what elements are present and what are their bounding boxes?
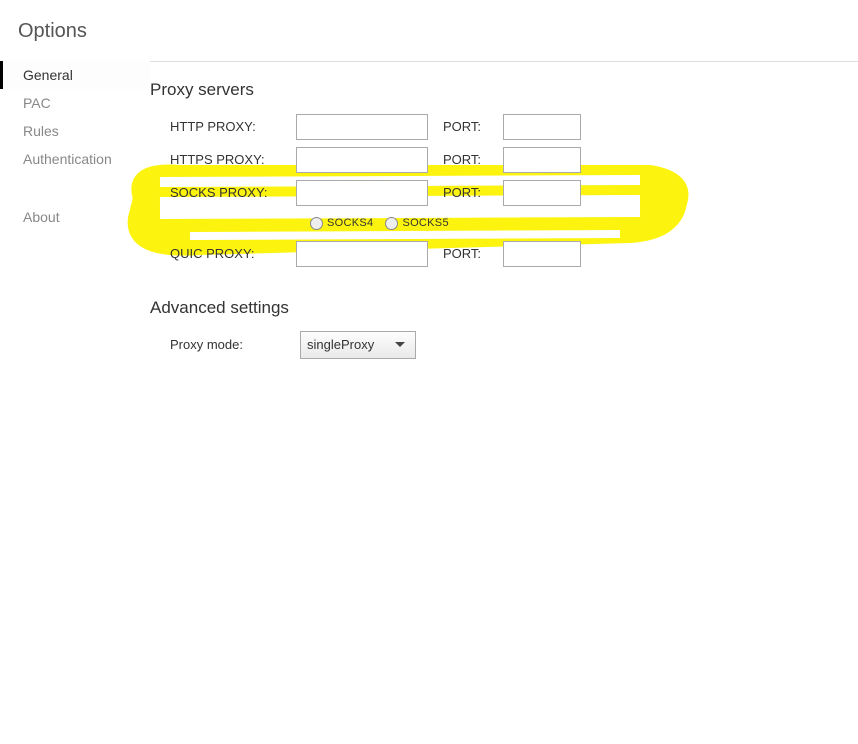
https-port-label: PORT:: [443, 152, 503, 167]
https-proxy-row: HTTPS PROXY: PORT:: [170, 143, 858, 176]
https-proxy-label: HTTPS PROXY:: [170, 152, 296, 167]
quic-port-label: PORT:: [443, 246, 503, 261]
proxy-mode-label: Proxy mode:: [170, 337, 300, 352]
http-port-label: PORT:: [443, 119, 503, 134]
quic-proxy-input[interactable]: [296, 241, 428, 267]
socks4-label: SOCKS4: [327, 217, 373, 229]
sidebar-item-authentication[interactable]: Authentication: [0, 145, 150, 173]
socks5-radio[interactable]: [385, 217, 398, 230]
http-proxy-row: HTTP PROXY: PORT:: [170, 110, 858, 143]
https-port-input[interactable]: [503, 147, 581, 173]
http-proxy-label: HTTP PROXY:: [170, 119, 296, 134]
socks-port-input[interactable]: [503, 180, 581, 206]
quic-proxy-row: QUIC PROXY: PORT:: [170, 237, 858, 270]
main-content: Proxy servers HTTP PROXY: PORT: HTTPS PR…: [150, 61, 858, 361]
sidebar-item-about[interactable]: About: [0, 203, 150, 231]
http-proxy-input[interactable]: [296, 114, 428, 140]
socks-port-label: PORT:: [443, 185, 503, 200]
sidebar-item-pac[interactable]: PAC: [0, 89, 150, 117]
page-title: Options: [0, 0, 858, 61]
socks-version-row: SOCKS4 SOCKS5: [170, 209, 858, 237]
socks-proxy-label: SOCKS PROXY:: [170, 185, 296, 200]
https-proxy-input[interactable]: [296, 147, 428, 173]
quic-port-input[interactable]: [503, 241, 581, 267]
sidebar-item-general[interactable]: General: [0, 61, 150, 89]
advanced-settings-heading: Advanced settings: [150, 298, 858, 318]
proxy-mode-select[interactable]: singleProxy: [300, 331, 416, 359]
sidebar-item-rules[interactable]: Rules: [0, 117, 150, 145]
socks4-radio[interactable]: [310, 217, 323, 230]
proxy-mode-row: Proxy mode: singleProxy: [170, 328, 858, 361]
quic-proxy-label: QUIC PROXY:: [170, 246, 296, 261]
socks-proxy-row: SOCKS PROXY: PORT:: [170, 176, 858, 209]
http-port-input[interactable]: [503, 114, 581, 140]
sidebar: General PAC Rules Authentication About: [0, 61, 150, 361]
socks5-label: SOCKS5: [402, 217, 448, 229]
proxy-mode-value: singleProxy: [307, 337, 374, 352]
socks-proxy-input[interactable]: [296, 180, 428, 206]
chevron-down-icon: [395, 342, 405, 347]
proxy-servers-heading: Proxy servers: [150, 80, 858, 100]
